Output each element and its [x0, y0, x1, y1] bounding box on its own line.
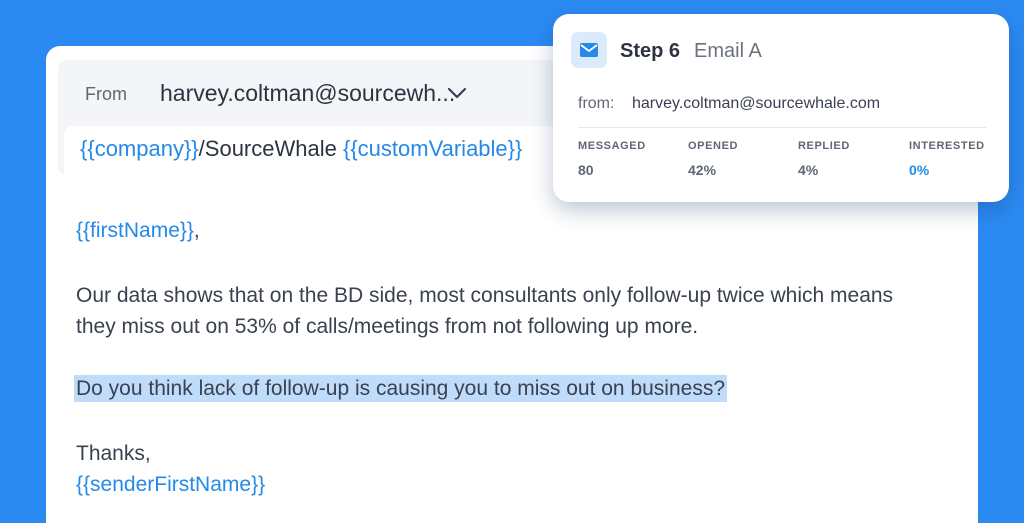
mail-icon	[571, 32, 607, 68]
step-number: Step 6	[620, 40, 681, 62]
envelope-glyph	[580, 43, 598, 57]
highlighted-question[interactable]: Do you think lack of follow-up is causin…	[74, 373, 728, 404]
from-label: From	[85, 84, 127, 104]
subject-field[interactable]: {{company}}/SourceWhale {{customVariable…	[64, 126, 584, 176]
popup-from-label: from:	[578, 95, 615, 112]
stat-label-opened: OPENED	[688, 140, 739, 152]
step-name: Email A	[694, 40, 762, 62]
greeting-variable: {{firstName}}	[76, 219, 194, 242]
chevron-down-icon[interactable]	[446, 85, 468, 101]
text-selection-highlight: Do you think lack of follow-up is causin…	[74, 375, 728, 402]
stat-value-messaged: 80	[578, 162, 594, 178]
email-header: From harvey.coltman@sourcewh... {{compan…	[58, 60, 584, 176]
subject-static-text: /SourceWhale	[198, 136, 343, 161]
stat-value-replied: 4%	[798, 162, 819, 178]
greeting-line[interactable]: {{firstName}},	[76, 215, 200, 246]
signature-variable: {{senderFirstName}}	[76, 473, 266, 496]
from-row: From harvey.coltman@sourcewh...	[58, 60, 578, 126]
stat-label-interested: INTERESTED	[909, 140, 985, 152]
step-stats-popup: Step 6 Email A from: harvey.coltman@sour…	[553, 14, 1009, 202]
signature-line[interactable]: {{senderFirstName}}	[76, 469, 265, 500]
from-select[interactable]: harvey.coltman@sourcewh...	[160, 80, 455, 107]
subject-variable-company: {{company}}	[80, 136, 199, 161]
stat-label-replied: REPLIED	[798, 140, 850, 152]
subject-text[interactable]: {{company}}/SourceWhale {{customVariable…	[80, 136, 522, 162]
stat-value-interested: 0%	[909, 162, 930, 178]
divider	[578, 127, 986, 128]
signoff-line[interactable]: Thanks,	[76, 438, 151, 469]
greeting-suffix: ,	[193, 219, 200, 242]
body-paragraph-line-1[interactable]: Our data shows that on the BD side, most…	[76, 280, 893, 311]
stat-label-messaged: MESSAGED	[578, 140, 646, 152]
body-paragraph-line-2[interactable]: they miss out on 53% of calls/meetings f…	[76, 311, 698, 342]
popup-from-value: harvey.coltman@sourcewhale.com	[632, 95, 881, 112]
stat-value-opened: 42%	[688, 162, 717, 178]
subject-variable-custom: {{customVariable}}	[342, 136, 523, 161]
